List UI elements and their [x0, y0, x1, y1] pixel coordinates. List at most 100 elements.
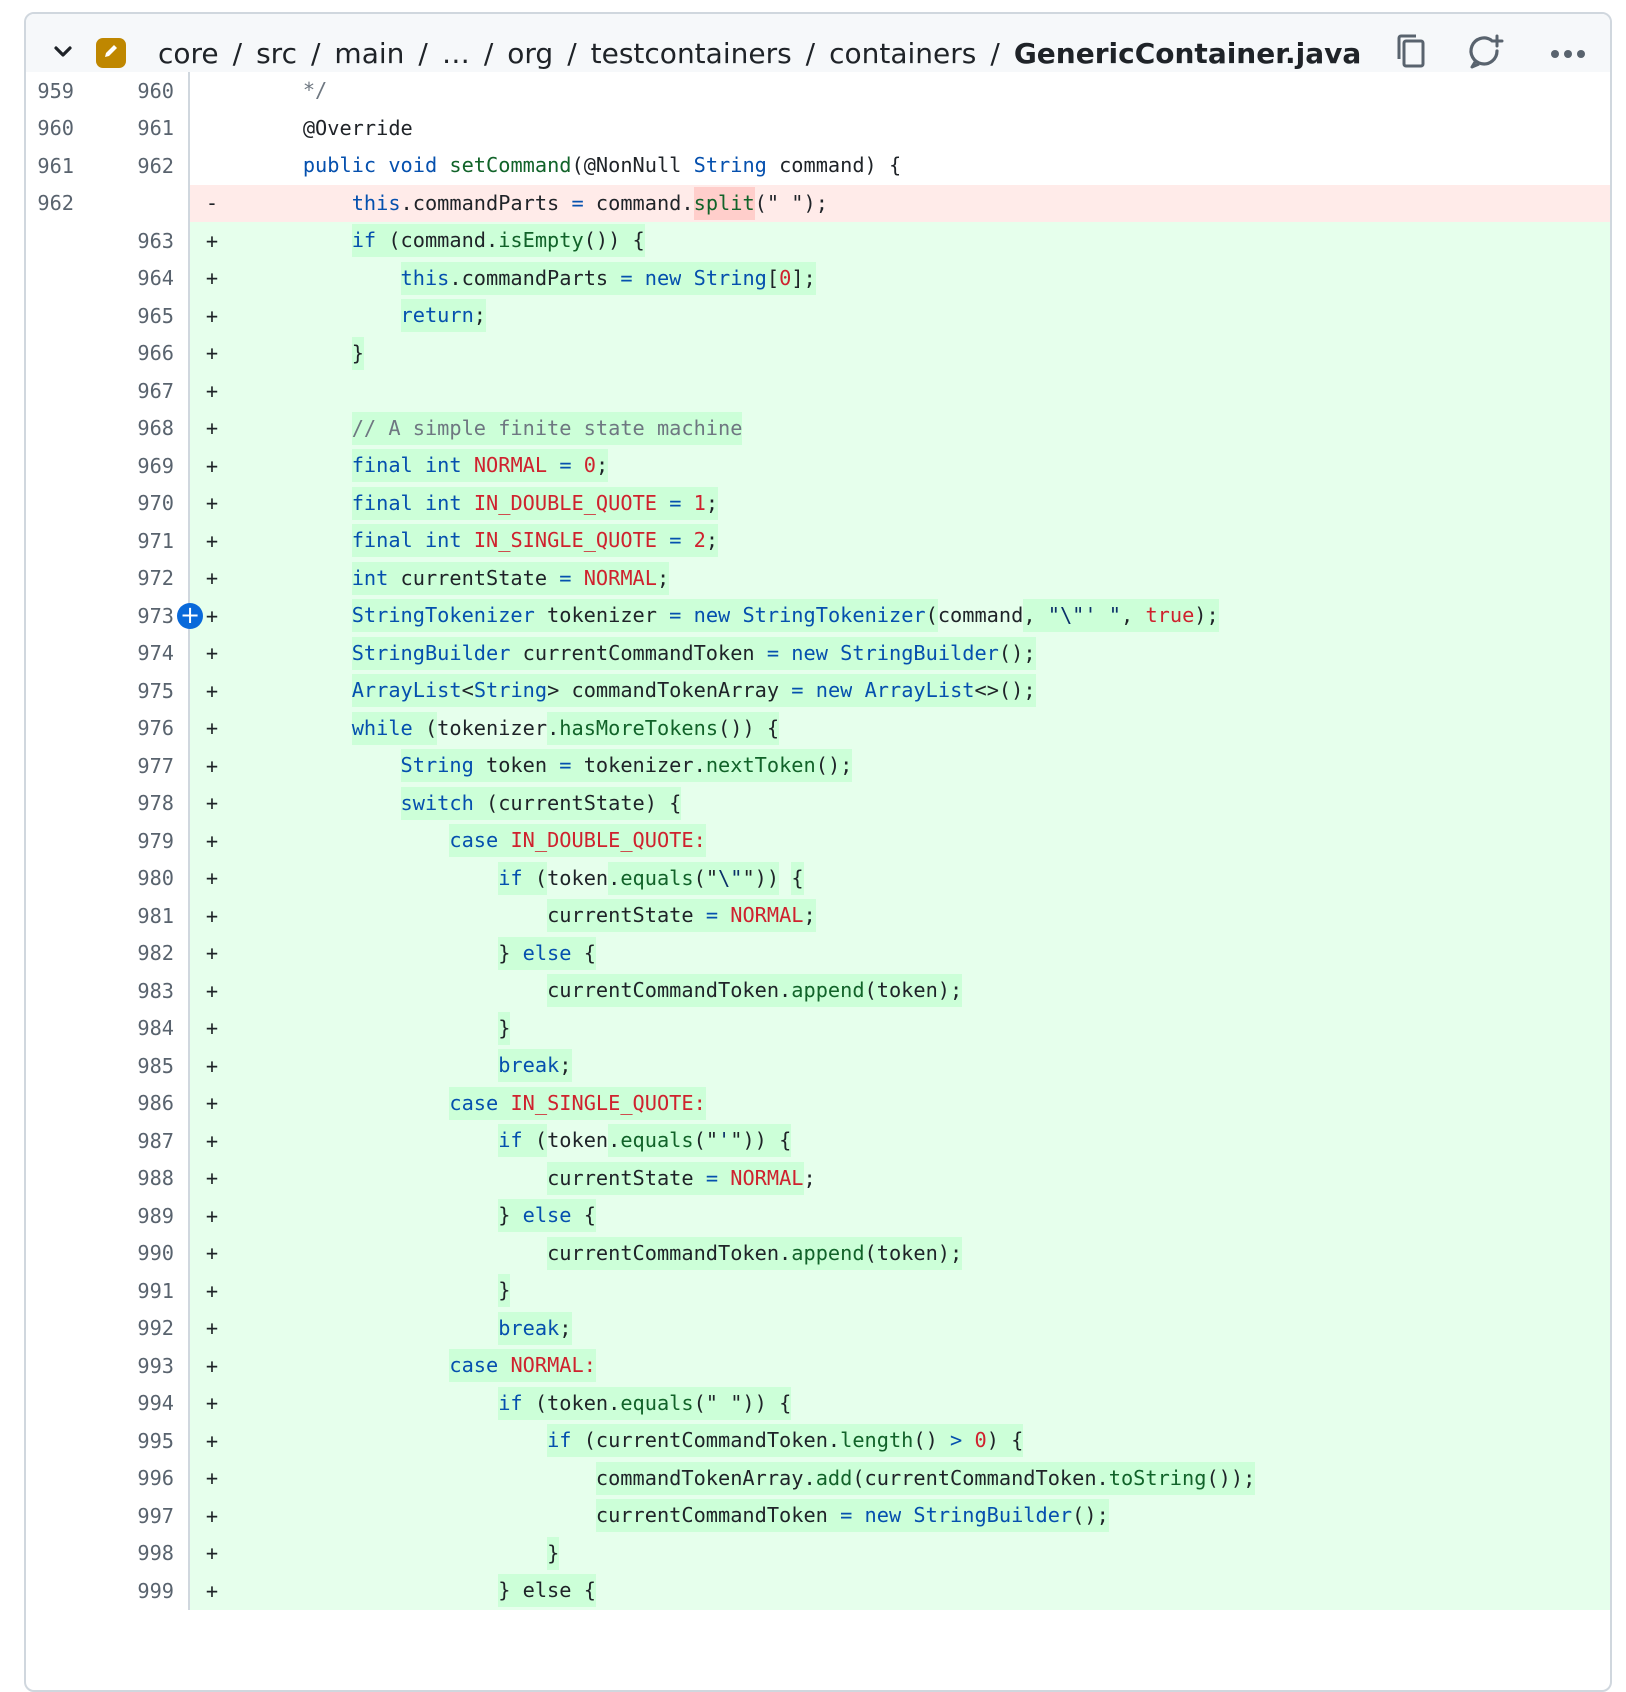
breadcrumb-segment[interactable]: src: [256, 37, 297, 70]
old-line-number[interactable]: [26, 1422, 74, 1460]
old-line-number[interactable]: [26, 860, 74, 898]
old-line-number[interactable]: [26, 447, 74, 485]
breadcrumb-segment[interactable]: containers: [829, 37, 976, 70]
old-line-number[interactable]: [26, 1010, 74, 1048]
new-line-number[interactable]: 995: [74, 1422, 174, 1460]
new-line-number[interactable]: [74, 185, 174, 223]
new-line-number[interactable]: 972: [74, 560, 174, 598]
code-token: [461, 486, 474, 520]
new-line-number[interactable]: 980: [74, 860, 174, 898]
old-line-number[interactable]: [26, 297, 74, 335]
old-line-number[interactable]: [26, 1460, 74, 1498]
new-line-number[interactable]: 964: [74, 260, 174, 298]
new-line-number[interactable]: 999: [74, 1572, 174, 1610]
new-line-number[interactable]: 967: [74, 372, 174, 410]
old-line-number[interactable]: 959: [26, 72, 74, 110]
new-line-number[interactable]: 961: [74, 110, 174, 148]
old-line-number[interactable]: [26, 222, 74, 260]
file-name[interactable]: GenericContainer.java: [1014, 37, 1362, 70]
old-line-number[interactable]: [26, 1347, 74, 1385]
new-line-number[interactable]: 996: [74, 1460, 174, 1498]
old-line-number[interactable]: [26, 897, 74, 935]
copy-path-button[interactable]: [1391, 33, 1431, 73]
new-line-number[interactable]: 991: [74, 1272, 174, 1310]
code-token: (currentState) {: [473, 786, 682, 820]
new-line-number[interactable]: 960: [74, 72, 174, 110]
old-line-number[interactable]: [26, 672, 74, 710]
new-line-number[interactable]: 976: [74, 710, 174, 748]
new-line-number[interactable]: 966: [74, 335, 174, 373]
old-line-number[interactable]: [26, 560, 74, 598]
new-line-number[interactable]: 990: [74, 1235, 174, 1273]
new-line-number[interactable]: 978: [74, 785, 174, 823]
old-line-number[interactable]: [26, 485, 74, 523]
old-line-number[interactable]: [26, 260, 74, 298]
code-token: currentCommandToken: [510, 636, 767, 670]
old-line-number[interactable]: [26, 747, 74, 785]
old-line-number[interactable]: [26, 1085, 74, 1123]
old-line-number[interactable]: [26, 1272, 74, 1310]
new-line-number[interactable]: 962: [74, 147, 174, 185]
new-line-number[interactable]: 992: [74, 1310, 174, 1348]
old-line-number[interactable]: [26, 1235, 74, 1273]
old-line-number[interactable]: [26, 1535, 74, 1573]
code-content: */: [234, 72, 327, 110]
old-line-number[interactable]: 961: [26, 147, 74, 185]
new-line-number[interactable]: 974: [74, 635, 174, 673]
new-line-number[interactable]: 973: [74, 597, 174, 635]
breadcrumb-segment[interactable]: core: [158, 37, 219, 70]
breadcrumb-segment[interactable]: main: [334, 37, 404, 70]
new-line-number[interactable]: 986: [74, 1085, 174, 1123]
new-line-number[interactable]: 997: [74, 1497, 174, 1535]
old-line-number[interactable]: [26, 372, 74, 410]
breadcrumb-segment[interactable]: …: [442, 37, 470, 70]
old-line-number[interactable]: [26, 335, 74, 373]
new-line-number[interactable]: 963: [74, 222, 174, 260]
old-line-number[interactable]: [26, 522, 74, 560]
plus-circle-icon[interactable]: +: [177, 603, 203, 629]
old-line-number[interactable]: [26, 597, 74, 635]
new-line-number[interactable]: 970: [74, 485, 174, 523]
old-line-number[interactable]: [26, 822, 74, 860]
more-options-button[interactable]: [1546, 31, 1590, 75]
new-line-number[interactable]: 968: [74, 410, 174, 448]
collapse-toggle-button[interactable]: [46, 36, 80, 70]
new-line-number[interactable]: 977: [74, 747, 174, 785]
new-line-number[interactable]: 993: [74, 1347, 174, 1385]
old-line-number[interactable]: [26, 410, 74, 448]
breadcrumb-segment[interactable]: testcontainers: [591, 37, 792, 70]
new-line-number[interactable]: 984: [74, 1010, 174, 1048]
new-line-number[interactable]: 982: [74, 935, 174, 973]
new-line-number[interactable]: 988: [74, 1160, 174, 1198]
new-line-number[interactable]: 981: [74, 897, 174, 935]
new-line-number[interactable]: 989: [74, 1197, 174, 1235]
old-line-number[interactable]: [26, 635, 74, 673]
old-line-number[interactable]: [26, 1047, 74, 1085]
new-line-number[interactable]: 969: [74, 447, 174, 485]
new-line-number[interactable]: 975: [74, 672, 174, 710]
new-line-number[interactable]: 979: [74, 822, 174, 860]
old-line-number[interactable]: [26, 1160, 74, 1198]
new-line-number[interactable]: 987: [74, 1122, 174, 1160]
new-line-number[interactable]: 998: [74, 1535, 174, 1573]
old-line-number[interactable]: [26, 1572, 74, 1610]
old-line-number[interactable]: 962: [26, 185, 74, 223]
new-line-number[interactable]: 965: [74, 297, 174, 335]
old-line-number[interactable]: [26, 935, 74, 973]
old-line-number[interactable]: 960: [26, 110, 74, 148]
old-line-number[interactable]: [26, 972, 74, 1010]
old-line-number[interactable]: [26, 1122, 74, 1160]
old-line-number[interactable]: [26, 1310, 74, 1348]
new-line-number[interactable]: 994: [74, 1385, 174, 1423]
comment-on-file-button[interactable]: [1464, 31, 1508, 75]
new-line-number[interactable]: 971: [74, 522, 174, 560]
old-line-number[interactable]: [26, 785, 74, 823]
old-line-number[interactable]: [26, 1497, 74, 1535]
new-line-number[interactable]: 985: [74, 1047, 174, 1085]
code-token: (currentCommandToken.: [852, 1461, 1109, 1495]
old-line-number[interactable]: [26, 1197, 74, 1235]
old-line-number[interactable]: [26, 710, 74, 748]
old-line-number[interactable]: [26, 1385, 74, 1423]
new-line-number[interactable]: 983: [74, 972, 174, 1010]
breadcrumb-segment[interactable]: org: [507, 37, 553, 70]
